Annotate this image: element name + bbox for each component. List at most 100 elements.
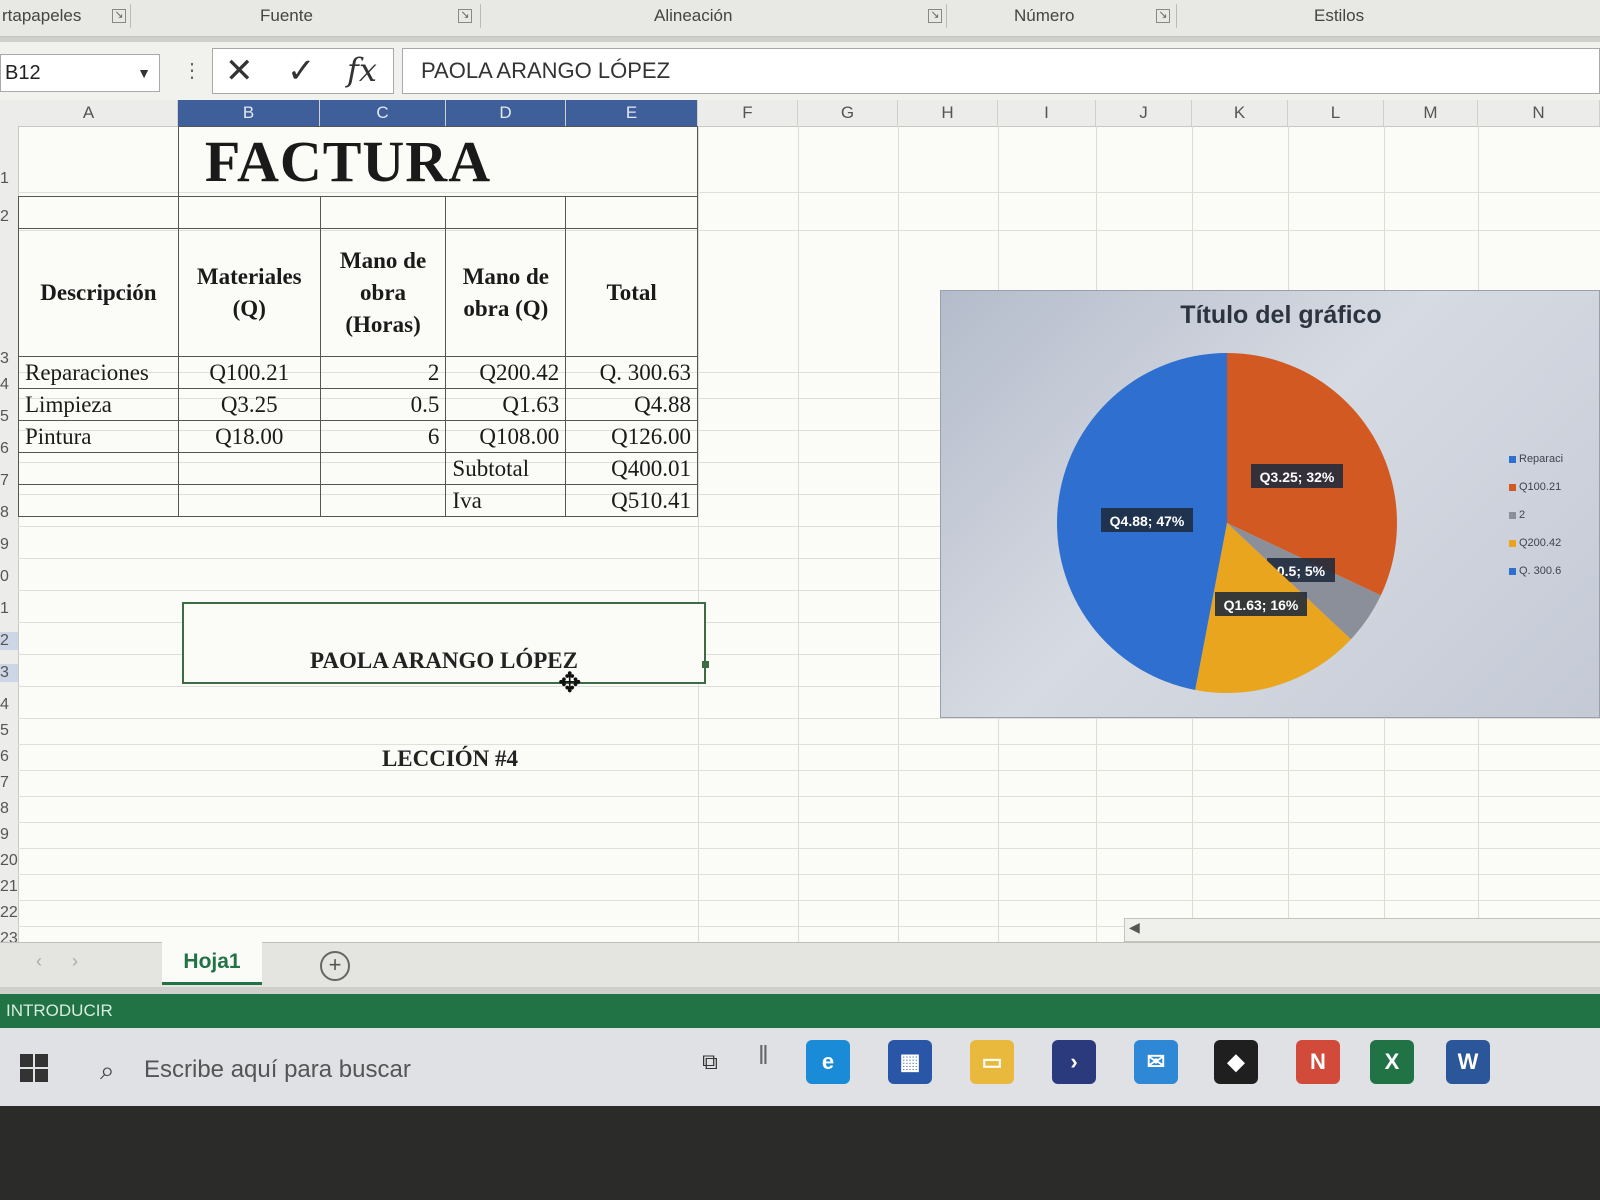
formula-input[interactable]: PAOLA ARANGO LÓPEZ <box>402 48 1600 94</box>
header-materiales[interactable]: Materiales (Q) <box>177 228 321 357</box>
lesson-label[interactable]: LECCIÓN #4 <box>330 746 570 772</box>
insert-function-icon[interactable]: fx <box>347 51 377 89</box>
scroll-left-icon[interactable]: ◀ <box>1129 919 1140 936</box>
row-header[interactable]: 1 <box>0 600 18 618</box>
taskbar-search[interactable]: ⌕ Escribe aquí para buscar <box>92 1042 704 1098</box>
row-header[interactable]: 4 <box>0 376 18 394</box>
legend-entry[interactable]: 2 <box>1509 509 1563 537</box>
horizontal-scrollbar[interactable]: ◀ <box>1124 918 1600 942</box>
row-header[interactable]: 9 <box>0 536 18 554</box>
row-header[interactable]: 5 <box>0 722 18 740</box>
row-header[interactable]: 21 <box>0 878 18 896</box>
row-header[interactable]: 9 <box>0 826 18 844</box>
cell-descripcion[interactable]: Pintura <box>18 420 179 453</box>
iva-value[interactable]: Q510.41 <box>565 484 698 517</box>
close-icon[interactable]: ✕ <box>225 51 254 91</box>
row-header[interactable]: 1 <box>0 170 18 188</box>
cell-mano-q[interactable]: Q108.00 <box>445 420 567 453</box>
cell-total[interactable]: Q4.88 <box>565 388 698 421</box>
powerapps-icon[interactable]: › <box>1052 1040 1096 1084</box>
row-header[interactable]: 20 <box>0 852 18 870</box>
row-header[interactable]: 3 <box>0 350 18 368</box>
row-header[interactable]: 8 <box>0 504 18 522</box>
cell[interactable] <box>177 196 321 229</box>
cell[interactable] <box>319 484 447 517</box>
cell-materiales[interactable]: Q18.00 <box>177 420 321 453</box>
row-header[interactable]: 7 <box>0 472 18 490</box>
cell[interactable] <box>18 196 179 229</box>
legend-entry[interactable]: Reparaci <box>1509 453 1563 481</box>
row-header[interactable]: 7 <box>0 774 18 792</box>
plus-icon[interactable]: + <box>320 951 350 981</box>
legend-entry[interactable]: Q100.21 <box>1509 481 1563 509</box>
cell-materiales[interactable]: Q100.21 <box>177 356 321 389</box>
cell-mano-q[interactable]: Q1.63 <box>445 388 567 421</box>
tab-nav-arrows-icon[interactable]: ‹› <box>36 951 108 972</box>
row-header[interactable]: 6 <box>0 748 18 766</box>
excel-icon[interactable]: X <box>1370 1040 1414 1084</box>
sheet-tab-hoja1[interactable]: Hoja1 <box>162 942 262 985</box>
column-header-m[interactable]: M <box>1384 100 1478 126</box>
worksheet[interactable]: ABCDEFGHIJKLMN 1 2 3 4 5 6 7 8 9 0 1 2 3 4 5 6 7 8 9 20 21 22… <box>0 100 1600 942</box>
cell[interactable] <box>319 452 447 485</box>
cell-materiales[interactable]: Q3.25 <box>177 388 321 421</box>
column-header-a[interactable]: A <box>0 100 178 126</box>
pie-chart[interactable]: Título del gráfico 0; 0%Q3.25; 32%0.5; 5… <box>940 290 1600 718</box>
row-header[interactable]: 8 <box>0 800 18 818</box>
cell[interactable] <box>177 484 321 517</box>
cell-descripcion[interactable]: Limpieza <box>18 388 179 421</box>
cell[interactable] <box>177 452 321 485</box>
more-options-icon[interactable]: ⋮ <box>182 58 202 83</box>
row-header[interactable]: 5 <box>0 408 18 426</box>
subtotal-value[interactable]: Q400.01 <box>565 452 698 485</box>
header-mano-obra-horas[interactable]: Mano de obra (Horas) <box>319 228 447 357</box>
header-mano-obra-q[interactable]: Mano de obra (Q) <box>445 228 567 357</box>
cell-horas[interactable]: 6 <box>319 420 447 453</box>
header-total[interactable]: Total <box>565 228 698 357</box>
name-box[interactable]: B12 ▼ <box>0 54 160 92</box>
ribbon-group-alignment[interactable]: Alineación <box>654 6 732 26</box>
dialog-launcher-icon[interactable]: ↘ <box>112 9 126 23</box>
row-header[interactable]: 0 <box>0 568 18 586</box>
cell-descripcion[interactable]: Reparaciones <box>18 356 179 389</box>
data-label[interactable]: Q4.88; 47% <box>1101 508 1193 532</box>
dropbox-icon[interactable]: ◆ <box>1214 1040 1258 1084</box>
dialog-launcher-icon[interactable]: ↘ <box>458 9 472 23</box>
column-header-d[interactable]: D <box>446 100 566 126</box>
column-header-f[interactable]: F <box>698 100 798 126</box>
check-icon[interactable]: ✓ <box>287 51 316 91</box>
column-header-i[interactable]: I <box>998 100 1096 126</box>
header-descripcion[interactable]: Descripción <box>18 228 179 357</box>
row-header[interactable]: 23 <box>0 930 18 942</box>
data-label[interactable]: Q1.63; 16% <box>1215 592 1307 616</box>
windows-icon[interactable] <box>20 1054 48 1082</box>
cell-total[interactable]: Q126.00 <box>565 420 698 453</box>
ribbon-group-font[interactable]: Fuente <box>260 6 313 26</box>
cell[interactable] <box>445 196 567 229</box>
fill-handle[interactable] <box>702 661 709 668</box>
explorer-icon[interactable]: ▭ <box>970 1040 1014 1084</box>
cell-horas[interactable]: 0.5 <box>319 388 447 421</box>
row-header[interactable]: 4 <box>0 696 18 714</box>
row-header[interactable]: 3 <box>0 664 18 682</box>
store-icon[interactable]: ▦ <box>888 1040 932 1084</box>
column-header-g[interactable]: G <box>798 100 898 126</box>
column-header-n[interactable]: N <box>1478 100 1600 126</box>
word-icon[interactable]: W <box>1446 1040 1490 1084</box>
cell[interactable] <box>565 196 698 229</box>
mail-icon[interactable]: ✉ <box>1134 1040 1178 1084</box>
row-header[interactable]: 2 <box>0 632 18 650</box>
chrome-icon[interactable]: N <box>1296 1040 1340 1084</box>
column-header-c[interactable]: C <box>320 100 446 126</box>
column-header-j[interactable]: J <box>1096 100 1192 126</box>
ribbon-group-styles[interactable]: Estilos <box>1314 6 1364 26</box>
row-header[interactable]: 22 <box>0 904 18 922</box>
cell[interactable] <box>319 196 447 229</box>
cell-mano-q[interactable]: Q200.42 <box>445 356 567 389</box>
subtotal-label[interactable]: Subtotal <box>445 452 567 485</box>
dialog-launcher-icon[interactable]: ↘ <box>928 9 942 23</box>
ribbon-group-clipboard[interactable]: rtapapeles <box>2 6 81 26</box>
iva-label[interactable]: Iva <box>445 484 567 517</box>
column-header-h[interactable]: H <box>898 100 998 126</box>
edge-icon[interactable]: e <box>806 1040 850 1084</box>
